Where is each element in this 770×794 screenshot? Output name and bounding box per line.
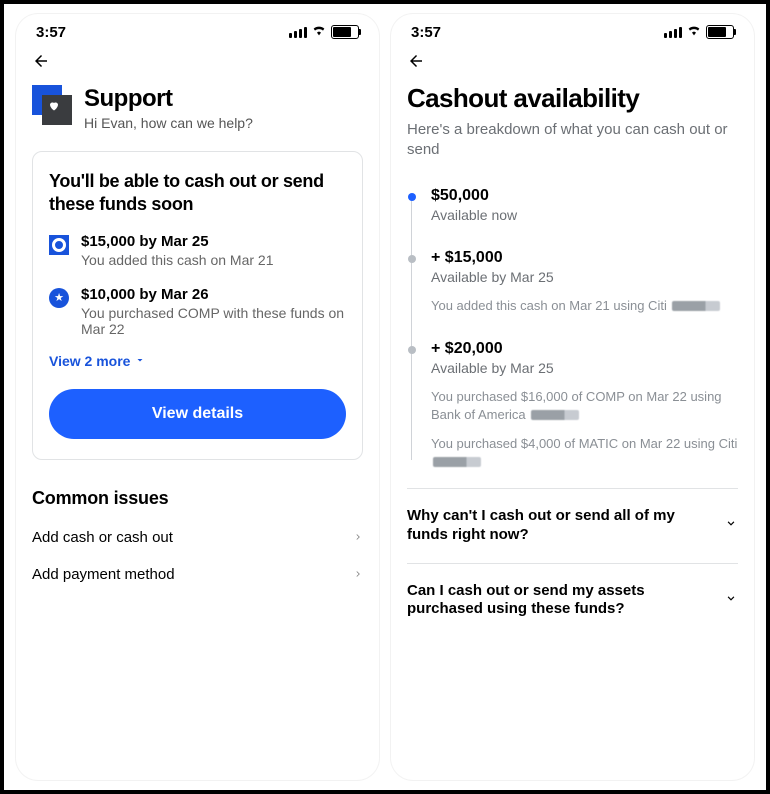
fund-amount: $10,000 by Mar 26 xyxy=(81,286,346,303)
back-button[interactable] xyxy=(407,52,738,75)
nav-bar xyxy=(391,50,754,81)
redacted-account xyxy=(672,301,720,311)
support-screen: 3:57 Support Hi Evan, how can we help? xyxy=(16,14,379,780)
fund-amount: $15,000 by Mar 25 xyxy=(81,233,274,250)
timeline-amount: + $15,000 xyxy=(431,249,720,267)
view-details-button[interactable]: View details xyxy=(49,389,346,439)
button-label: View details xyxy=(152,405,243,423)
list-item-label: Add cash or cash out xyxy=(32,529,173,546)
timeline: $50,000 Available now + $15,000 Availabl… xyxy=(407,187,738,471)
star-icon: ★ xyxy=(49,288,69,308)
page-subtitle: Here's a breakdown of what you can cash … xyxy=(407,120,738,161)
status-bar: 3:57 xyxy=(16,14,379,50)
nav-bar xyxy=(16,50,379,81)
faq-question: Why can't I cash out or send all of my f… xyxy=(407,507,716,545)
status-time: 3:57 xyxy=(411,24,441,41)
timeline-row-2: + $15,000 Available by Mar 25 You added … xyxy=(417,249,738,315)
fund-row-1: $15,000 by Mar 25 You added this cash on… xyxy=(49,233,346,268)
redacted-account xyxy=(433,457,481,467)
redacted-account xyxy=(531,410,579,420)
faq-row-2[interactable]: Can I cash out or send my assets purchas… xyxy=(407,563,738,638)
timeline-note: You added this cash on Mar 21 using Citi xyxy=(431,297,720,315)
timeline-dot-icon xyxy=(408,255,416,263)
list-item-add-cash[interactable]: Add cash or cash out xyxy=(32,509,363,546)
wifi-icon xyxy=(311,23,327,41)
chevron-down-icon xyxy=(134,353,146,369)
chevron-down-icon xyxy=(724,516,738,535)
timeline-availability: Available by Mar 25 xyxy=(431,360,738,376)
timeline-amount: + $20,000 xyxy=(431,340,738,358)
chevron-right-icon xyxy=(353,566,363,583)
back-button[interactable] xyxy=(32,52,363,75)
card-title: You'll be able to cash out or send these… xyxy=(49,170,346,215)
view-more-label: View 2 more xyxy=(49,353,130,369)
timeline-note: You purchased $4,000 of MATIC on Mar 22 … xyxy=(431,435,738,470)
battery-icon xyxy=(331,25,359,39)
wifi-icon xyxy=(686,23,702,41)
battery-icon xyxy=(706,25,734,39)
status-icons xyxy=(289,23,359,41)
faq-question: Can I cash out or send my assets purchas… xyxy=(407,582,716,620)
fund-row-2: ★ $10,000 by Mar 26 You purchased COMP w… xyxy=(49,286,346,337)
status-icons xyxy=(664,23,734,41)
page-subtitle: Hi Evan, how can we help? xyxy=(84,115,253,131)
timeline-dot-active-icon xyxy=(408,193,416,201)
view-more-link[interactable]: View 2 more xyxy=(49,353,146,369)
timeline-amount: $50,000 xyxy=(431,187,517,205)
timeline-note: You purchased $16,000 of COMP on Mar 22 … xyxy=(431,388,738,423)
fund-desc: You added this cash on Mar 21 xyxy=(81,252,274,268)
cellular-icon xyxy=(664,26,682,38)
page-title: Support xyxy=(84,85,253,113)
timeline-availability: Available now xyxy=(431,207,517,223)
timeline-row-now: $50,000 Available now xyxy=(417,187,738,223)
support-icon xyxy=(32,85,72,125)
timeline-dot-icon xyxy=(408,346,416,354)
faq-row-1[interactable]: Why can't I cash out or send all of my f… xyxy=(407,488,738,563)
cellular-icon xyxy=(289,26,307,38)
cash-icon xyxy=(49,235,69,255)
list-item-add-payment[interactable]: Add payment method xyxy=(32,546,363,583)
common-issues-title: Common issues xyxy=(32,488,363,509)
list-item-label: Add payment method xyxy=(32,566,175,583)
fund-desc: You purchased COMP with these funds on M… xyxy=(81,305,346,337)
funds-card: You'll be able to cash out or send these… xyxy=(32,151,363,460)
chevron-right-icon xyxy=(353,529,363,546)
timeline-row-3: + $20,000 Available by Mar 25 You purcha… xyxy=(417,340,738,470)
status-bar: 3:57 xyxy=(391,14,754,50)
timeline-availability: Available by Mar 25 xyxy=(431,269,720,285)
status-time: 3:57 xyxy=(36,24,66,41)
cashout-screen: 3:57 Cashout availability Here's a break… xyxy=(391,14,754,780)
chevron-down-icon xyxy=(724,591,738,610)
page-title: Cashout availability xyxy=(407,83,738,114)
